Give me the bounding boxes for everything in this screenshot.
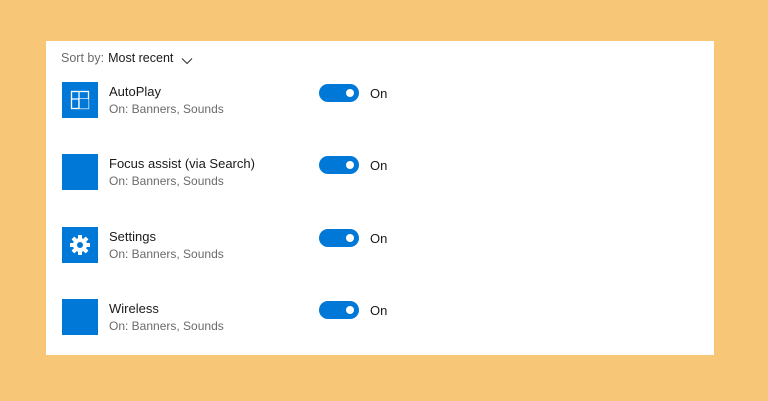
app-name: Focus assist (via Search)	[109, 156, 255, 171]
notification-toggle[interactable]	[319, 301, 359, 319]
sort-value: Most recent	[108, 51, 174, 65]
app-name: Wireless	[109, 301, 159, 316]
gear-icon	[62, 227, 98, 263]
blank-app-icon	[62, 154, 98, 190]
toggle-state-label: On	[370, 86, 388, 101]
app-row-settings: Settings On: Banners, Sounds On	[61, 227, 701, 267]
app-subtitle: On: Banners, Sounds	[109, 319, 224, 333]
sort-label: Sort by:	[61, 51, 105, 65]
toggle-knob	[346, 89, 354, 97]
toggle-state-label: On	[370, 231, 388, 246]
notification-toggle[interactable]	[319, 84, 359, 102]
app-subtitle: On: Banners, Sounds	[109, 174, 224, 188]
toggle-state-label: On	[370, 303, 388, 318]
blank-app-icon	[62, 299, 98, 335]
app-row-wireless: Wireless On: Banners, Sounds On	[61, 299, 701, 339]
notification-settings-panel: Sort by: Most recent AutoPlay On: Banner…	[46, 41, 714, 355]
toggle-knob	[346, 234, 354, 242]
app-name: AutoPlay	[109, 84, 162, 99]
autoplay-icon	[62, 82, 98, 118]
app-subtitle: On: Banners, Sounds	[109, 247, 224, 261]
toggle-knob	[346, 161, 354, 169]
app-row-autoplay: AutoPlay On: Banners, Sounds On	[61, 82, 701, 122]
sort-dropdown[interactable]: Sort by: Most recent	[61, 51, 193, 65]
toggle-knob	[346, 306, 354, 314]
app-name: Settings	[109, 229, 156, 244]
notification-toggle[interactable]	[319, 229, 359, 247]
notification-toggle[interactable]	[319, 156, 359, 174]
toggle-state-label: On	[370, 158, 388, 173]
chevron-down-icon	[181, 54, 193, 65]
app-subtitle: On: Banners, Sounds	[109, 102, 224, 116]
app-row-focus-assist: Focus assist (via Search) On: Banners, S…	[61, 154, 701, 194]
